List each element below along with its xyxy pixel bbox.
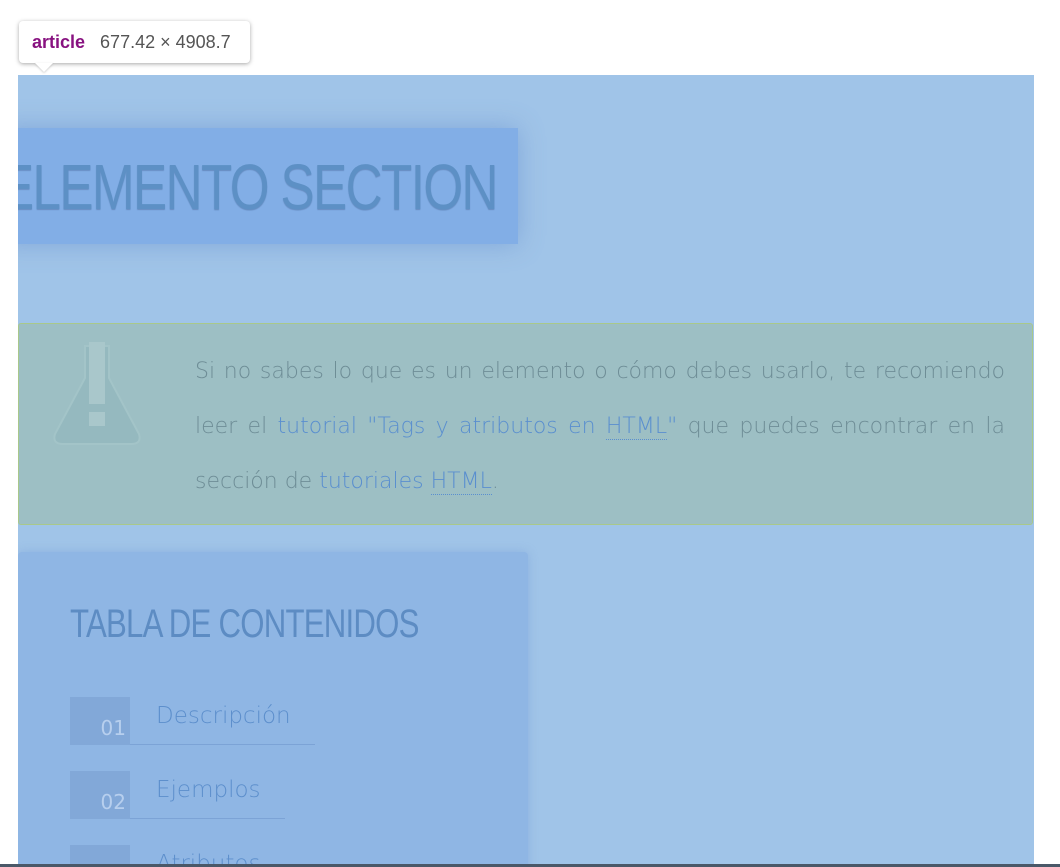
toc-item-ejemplos[interactable]: 02 Ejemplos (70, 771, 285, 819)
toc-item-descripcion[interactable]: 01 Descripción (70, 697, 315, 745)
tooltip-tag-name: article (32, 31, 86, 52)
info-notice: Si no sabes lo que es un elemento o cómo… (18, 323, 1033, 525)
article-highlight: ELEMENTO SECTION Si no sabes lo que es u… (18, 75, 1034, 867)
html-abbr: HTML (430, 469, 492, 495)
flask-exclamation-icon (53, 342, 141, 445)
table-of-contents: TABLA DE CONTENIDOS 01 Descripción 02 Ej… (18, 552, 528, 867)
toc-item-label: Ejemplos (130, 771, 285, 819)
tutoriales-html-link[interactable]: tutoriales HTML (319, 469, 492, 495)
devtools-element-tooltip: article 677.42 × 4908.7 (19, 21, 250, 63)
toc-item-number: 02 (70, 771, 130, 819)
page-title: ELEMENTO SECTION (18, 151, 499, 223)
notice-text: Si no sabes lo que es un elemento o cómo… (195, 359, 1005, 495)
tooltip-dimensions: 677.42 × 4908.7 (100, 31, 231, 52)
page-title-banner: ELEMENTO SECTION (18, 128, 518, 244)
toc-item-label: Descripción (130, 697, 315, 745)
html-abbr: HTML (605, 414, 668, 440)
tutorial-tags-link[interactable]: tutorial "Tags y atributos en HTML" (278, 414, 677, 440)
toc-item-number: 01 (70, 697, 130, 745)
toc-title: TABLA DE CONTENIDOS (70, 602, 419, 646)
